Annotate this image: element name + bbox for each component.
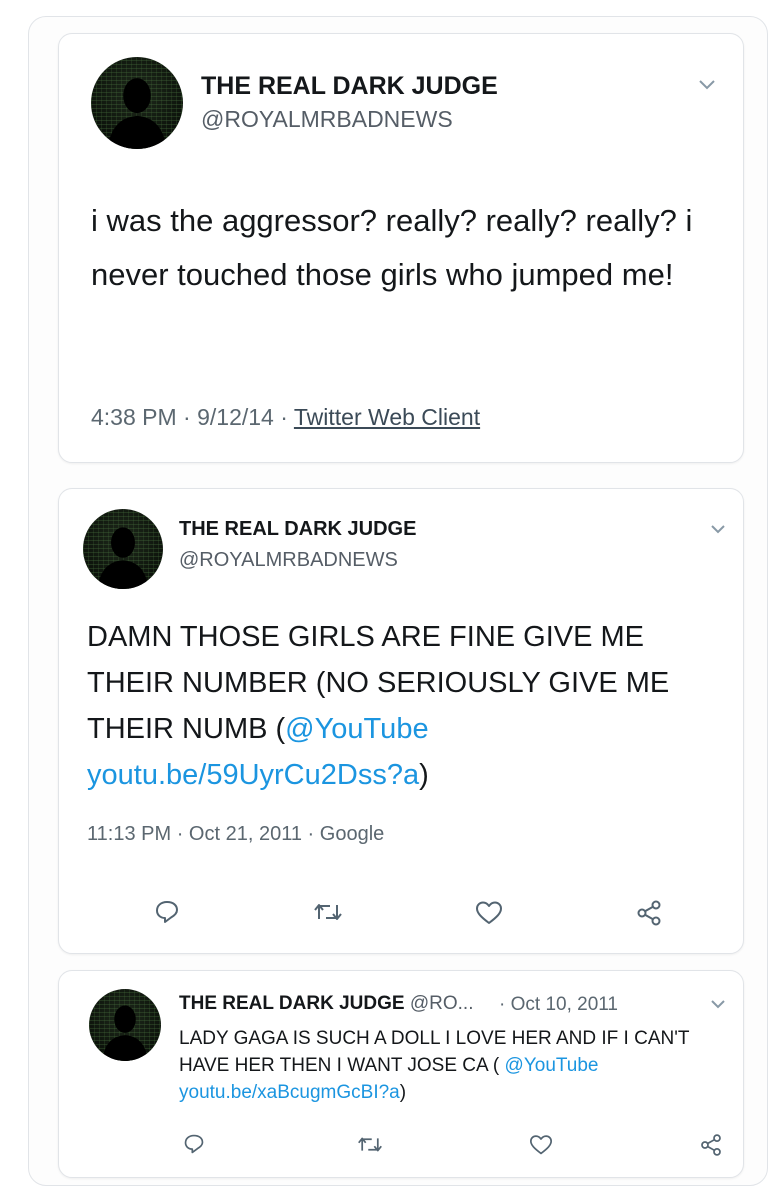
tweet-text: LADY GAGA IS SUCH A DOLL I LOVE HER AND …: [179, 1025, 719, 1106]
like-icon[interactable]: [475, 900, 503, 926]
retweet-icon[interactable]: [313, 900, 343, 924]
display-name[interactable]: THE REAL DARK JUDGE: [201, 72, 498, 101]
chevron-down-icon[interactable]: [709, 522, 727, 540]
reply-icon[interactable]: [183, 1133, 205, 1155]
close-paren: ): [399, 1082, 407, 1103]
handle[interactable]: @ROYALMRBADNEWS: [201, 106, 453, 133]
avatar-silhouette: [107, 78, 167, 149]
tweet-metadata: 11:13 PM · Oct 21, 2011 · Google: [87, 823, 384, 846]
chevron-down-icon[interactable]: [697, 78, 717, 97]
reply-icon[interactable]: [154, 899, 180, 925]
close-paren: ): [419, 759, 429, 791]
url-link[interactable]: youtu.be/xaBcugmGcBI?a: [179, 1082, 400, 1103]
avatar[interactable]: [83, 509, 163, 589]
handle[interactable]: @ROYALMRBADNEWS: [179, 549, 398, 572]
mention-link[interactable]: @YouTube: [285, 713, 428, 745]
avatar-silhouette: [101, 1005, 149, 1061]
share-icon[interactable]: [699, 1133, 723, 1157]
separator: ·: [176, 823, 184, 845]
retweet-icon[interactable]: [357, 1134, 383, 1155]
tweet-time: 11:13 PM: [87, 823, 172, 845]
handle[interactable]: @RO...: [410, 993, 474, 1014]
tweet-text: DAMN THOSE GIRLS ARE FINE GIVE ME THEIR …: [87, 614, 727, 798]
tweet-text-plain: LADY GAGA IS SUCH A DOLL I LOVE HER AND …: [179, 1028, 690, 1076]
tweet-card-2[interactable]: THE REAL DARK JUDGE @ROYALMRBADNEWS DAMN…: [58, 488, 744, 954]
display-name[interactable]: THE REAL DARK JUDGE: [179, 518, 416, 541]
tweet-date[interactable]: Oct 21, 2011: [189, 823, 302, 845]
tweet-date[interactable]: 9/12/14: [197, 404, 274, 430]
tweet-date[interactable]: · Oct 10, 2011: [499, 994, 618, 1016]
avatar[interactable]: [91, 57, 183, 149]
chevron-down-icon[interactable]: [709, 997, 727, 1015]
display-name-text[interactable]: THE REAL DARK JUDGE: [179, 993, 405, 1014]
client-link[interactable]: Twitter Web Client: [294, 404, 480, 430]
separator: ·: [183, 404, 191, 430]
url-link[interactable]: youtu.be/59UyrCu2Dss?a: [87, 759, 419, 791]
avatar[interactable]: [89, 989, 161, 1061]
mention-link[interactable]: @YouTube: [505, 1055, 599, 1076]
tweet-time: 4:38 PM: [91, 404, 177, 430]
like-icon[interactable]: [529, 1134, 553, 1156]
display-name: THE REAL DARK JUDGE @RO...: [179, 993, 473, 1015]
tweet-text: i was the aggressor? really? really? rea…: [91, 203, 693, 292]
client-link[interactable]: Google: [320, 823, 385, 845]
tweet-card-3[interactable]: THE REAL DARK JUDGE @RO... · Oct 10, 201…: [58, 970, 744, 1178]
share-icon[interactable]: [635, 899, 663, 927]
separator: ·: [307, 823, 315, 845]
separator: ·: [280, 404, 288, 430]
tweet-metadata: 4:38 PM · 9/12/14 · Twitter Web Client: [91, 404, 480, 431]
avatar-silhouette: [97, 527, 149, 589]
tweet-card-1[interactable]: THE REAL DARK JUDGE @ROYALMRBADNEWS i wa…: [58, 33, 744, 463]
